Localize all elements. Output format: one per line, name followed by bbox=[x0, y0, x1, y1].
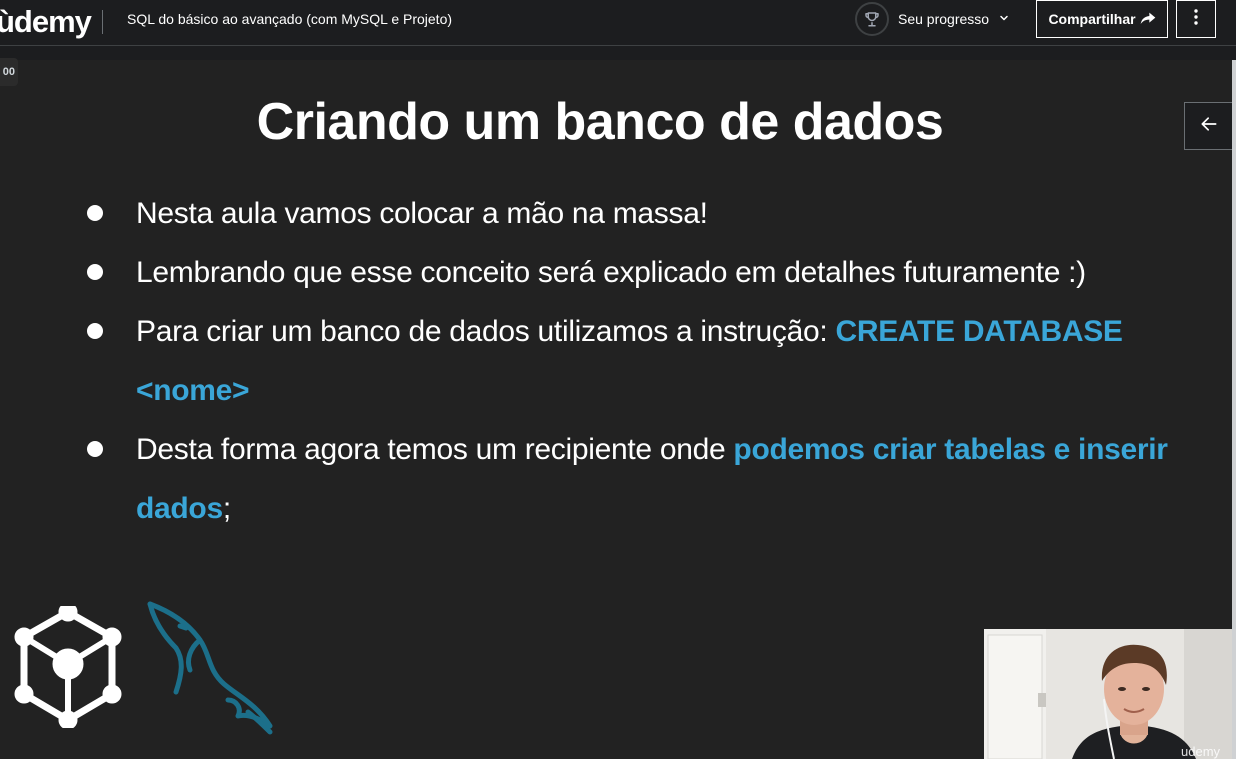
slide-bullet: Nesta aula vamos colocar a mão na massa! bbox=[84, 184, 1174, 243]
chevron-down-icon bbox=[998, 11, 1010, 27]
udemy-watermark: udemy bbox=[1181, 744, 1221, 759]
bullet-text: Lembrando que esse conceito será explica… bbox=[136, 256, 1086, 289]
bullet-text: Para criar um banco de dados utilizamos … bbox=[136, 315, 836, 348]
top-header: ùdemy SQL do básico ao avançado (com MyS… bbox=[0, 0, 1236, 46]
bullet-text: Desta forma agora temos um recipiente on… bbox=[136, 433, 734, 466]
bullet-text: Nesta aula vamos colocar a mão na massa! bbox=[136, 197, 708, 230]
bullet-text: ; bbox=[222, 492, 231, 525]
trophy-icon bbox=[855, 2, 889, 36]
sidebar-toggle-button[interactable] bbox=[1184, 102, 1232, 150]
share-label: Compartilhar bbox=[1048, 11, 1136, 27]
share-arrow-icon bbox=[1140, 11, 1156, 28]
bullet-dot-icon bbox=[87, 205, 103, 221]
share-button[interactable]: Compartilhar bbox=[1036, 0, 1168, 38]
more-vertical-icon bbox=[1194, 8, 1198, 30]
arrow-left-icon bbox=[1199, 114, 1219, 139]
slide-bullet-list: Nesta aula vamos colocar a mão na massa!… bbox=[84, 184, 1174, 538]
webcam-overlay bbox=[984, 629, 1232, 759]
progress-dropdown[interactable]: Seu progresso bbox=[855, 1, 1010, 37]
bullet-dot-icon bbox=[87, 323, 103, 339]
slide-bullet: Lembrando que esse conceito será explica… bbox=[84, 243, 1174, 302]
header-divider bbox=[102, 10, 103, 34]
more-options-button[interactable] bbox=[1176, 0, 1216, 38]
bullet-dot-icon bbox=[87, 264, 103, 280]
progress-label: Seu progresso bbox=[898, 11, 990, 27]
slide-title: Criando um banco de dados bbox=[256, 93, 944, 151]
slide-bullet: Desta forma agora temos um recipiente on… bbox=[84, 420, 1174, 538]
mysql-dolphin-logo-icon bbox=[146, 600, 278, 741]
udemy-logo[interactable]: ùdemy bbox=[0, 2, 92, 42]
slide-bullet: Para criar um banco de dados utilizamos … bbox=[84, 302, 1174, 420]
playback-speed-badge[interactable]: 00 bbox=[0, 58, 18, 86]
scrollbar[interactable] bbox=[1232, 60, 1236, 759]
bullet-dot-icon bbox=[87, 441, 103, 457]
network-cube-logo-icon bbox=[14, 602, 122, 733]
course-title[interactable]: SQL do básico ao avançado (com MySQL e P… bbox=[127, 10, 452, 28]
